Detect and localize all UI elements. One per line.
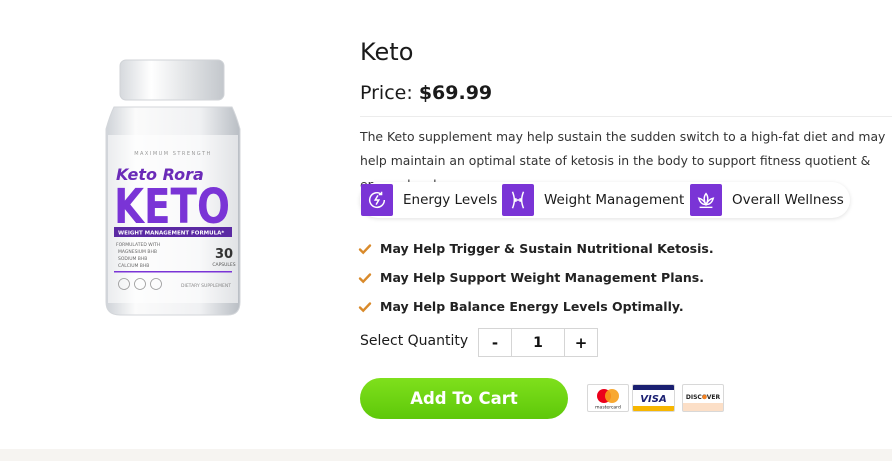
quantity-label: Select Quantity <box>360 333 469 349</box>
price-label: Price: <box>360 82 413 104</box>
feature-pills: Energy Levels Weight Management Overall … <box>360 182 850 218</box>
bottle-footer: DIETARY SUPPLEMENT <box>181 283 231 289</box>
benefits-list: May Help Trigger & Sustain Nutritional K… <box>358 234 714 321</box>
quantity-decrease-button[interactable]: - <box>479 329 511 356</box>
checkmark-icon <box>358 272 372 283</box>
feature-label: Weight Management <box>544 192 685 208</box>
footer-strip <box>0 449 892 461</box>
visa-label: VISA <box>640 394 666 405</box>
discover-icon: DISCOVER <box>682 384 724 412</box>
checkmark-icon <box>358 301 372 312</box>
bottle-formulated: FORMULATED WITH <box>116 242 160 248</box>
mastercard-icon: mastercard <box>587 384 629 412</box>
bottle-band-text: WEIGHT MANAGEMENT FORMULA* <box>118 231 224 237</box>
benefit-text: May Help Trigger & Sustain Nutritional K… <box>380 241 714 256</box>
list-item: May Help Trigger & Sustain Nutritional K… <box>358 234 714 263</box>
divider <box>360 116 892 117</box>
waist-icon <box>502 184 534 216</box>
lotus-icon <box>690 184 722 216</box>
benefit-text: May Help Balance Energy Levels Optimally… <box>380 299 684 314</box>
visa-icon: VISA <box>632 384 675 412</box>
list-item: May Help Support Weight Management Plans… <box>358 263 714 292</box>
mastercard-label: mastercard <box>595 405 621 411</box>
add-to-cart-button[interactable]: Add To Cart <box>360 378 568 419</box>
bottle-ingredient: MAGNESIUM BHB <box>118 249 157 255</box>
product-title: Keto <box>360 38 414 66</box>
feature-weight-management: Weight Management <box>502 182 684 218</box>
quantity-increase-button[interactable]: + <box>565 329 597 356</box>
bottle-big-word: KETO <box>114 179 230 235</box>
list-item: May Help Balance Energy Levels Optimally… <box>358 292 714 321</box>
price-row: Price: $69.99 <box>360 82 492 104</box>
benefit-text: May Help Support Weight Management Plans… <box>380 270 704 285</box>
price-value: $69.99 <box>418 82 493 104</box>
bottle-ingredient: CALCIUM BHB <box>118 263 149 269</box>
product-bottle-image: MAXIMUM STRENGTH Keto Rora KETO WEIGHT M… <box>105 59 241 316</box>
bottle-count: 30 <box>215 247 233 262</box>
feature-label: Energy Levels <box>403 192 498 208</box>
quantity-stepper: - + <box>478 328 598 357</box>
bottle-ingredient: SODIUM BHB <box>118 256 147 262</box>
quantity-input[interactable] <box>511 329 565 356</box>
bottle-tagline: MAXIMUM STRENGTH <box>134 151 212 157</box>
feature-label: Overall Wellness <box>732 192 844 208</box>
checkmark-icon <box>358 243 372 254</box>
feature-overall-wellness: Overall Wellness <box>690 182 844 218</box>
bottle-count-unit: CAPSULES <box>212 262 235 268</box>
feature-energy-levels: Energy Levels <box>361 182 497 218</box>
energy-icon <box>361 184 393 216</box>
